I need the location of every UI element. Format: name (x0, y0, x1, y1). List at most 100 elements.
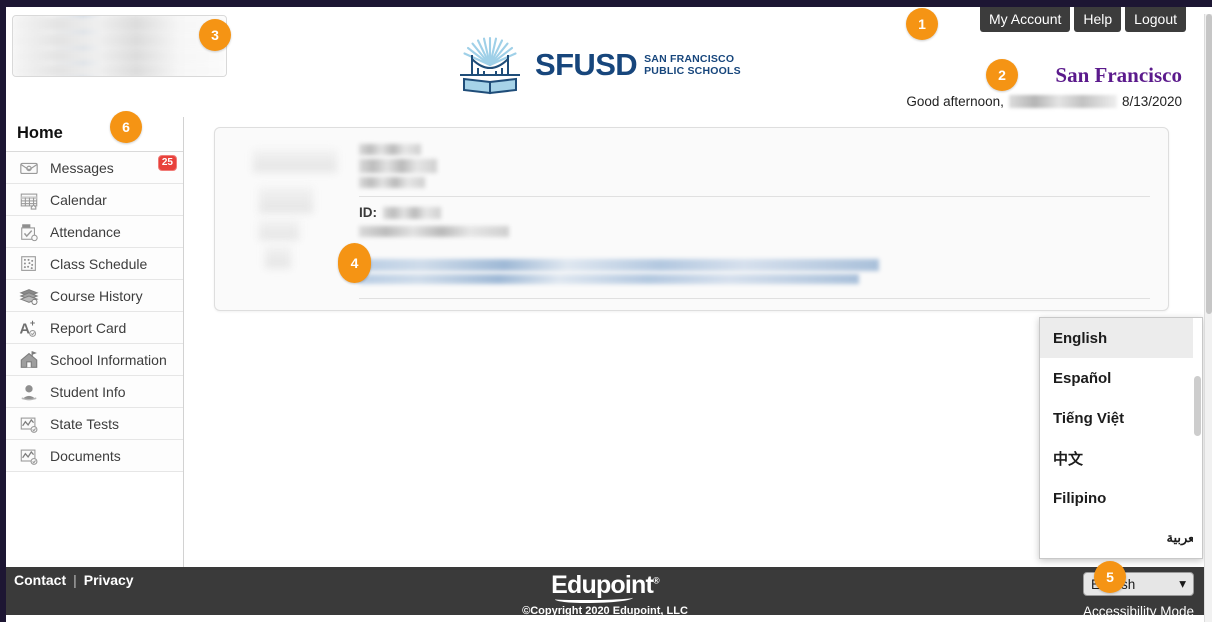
redacted-link-row (359, 259, 1150, 284)
sidebar-item-report-card[interactable]: A + Report Card (6, 312, 183, 344)
language-option-tieng-viet[interactable]: Tiếng Việt (1040, 398, 1202, 438)
accessibility-mode-link[interactable]: Accessibility Mode (1083, 604, 1194, 615)
language-menu-scrollbar[interactable] (1193, 318, 1202, 558)
redacted-student-name-line1 (359, 144, 421, 155)
sidebar-item-attendance[interactable]: Attendance (6, 216, 183, 248)
redacted-student-name-line3 (359, 177, 425, 188)
annotation-marker-label: 4 (350, 255, 359, 271)
sidebar-item-label: Course History (50, 287, 143, 304)
language-option-english[interactable]: English (1040, 318, 1202, 358)
language-menu-scrollbar-thumb[interactable] (1194, 376, 1201, 436)
bridge-sunburst-book-logo-icon (454, 35, 526, 95)
sidebar-item-label: State Tests (50, 415, 120, 432)
district-name: San Francisco (1055, 63, 1182, 87)
annotation-marker-label: 2 (998, 67, 1006, 83)
sidebar-item-calendar[interactable]: Calendar (6, 184, 183, 216)
svg-text:A: A (19, 321, 30, 337)
language-option-arabic[interactable]: العربية (1040, 518, 1202, 558)
registered-mark-icon: ® (653, 575, 660, 586)
sidebar-item-label: Report Card (50, 319, 127, 336)
greeting-line: Good afternoon, 8/13/2020 (906, 94, 1182, 109)
logo-acronym: SFUSD (535, 47, 638, 82)
redacted-link-line1 (359, 259, 879, 271)
annotation-marker-label: 6 (122, 119, 130, 135)
language-option-filipino[interactable]: Filipino (1040, 478, 1202, 518)
messages-count-badge: 25 (157, 155, 177, 171)
chevron-down-icon: ▾ (1179, 576, 1186, 591)
sidebar-item-label: Attendance (50, 223, 121, 240)
sidebar-item-label: Class Schedule (50, 255, 148, 272)
card-divider-bottom (359, 298, 1150, 299)
page-viewport: My Account Help Logout SFUSD SAN FRANCIS… (6, 7, 1204, 615)
annotation-marker-label: 3 (211, 27, 219, 43)
annotation-marker-6: 6 (110, 111, 142, 143)
annotation-marker-5: 5 (1094, 561, 1126, 593)
student-summary-card: ID: (214, 127, 1169, 311)
student-photo-placeholder (233, 142, 353, 300)
student-id-label: ID: (359, 205, 377, 220)
current-date: 8/13/2020 (1121, 94, 1182, 109)
redacted-user-name (1008, 95, 1117, 108)
site-footer: Contact | Privacy Edupoint® ©Copyright 2… (6, 567, 1204, 615)
my-account-button[interactable]: My Account (980, 7, 1071, 32)
grade-a-plus-icon: A + (18, 317, 40, 339)
annotation-marker-1: 1 (906, 8, 938, 40)
person-icon (18, 381, 40, 403)
copyright-text: ©Copyright 2020 Edupoint, LLC (522, 605, 688, 615)
language-dropdown-menu[interactable]: English Español Tiếng Việt 中文 Filipino ا… (1039, 317, 1203, 559)
class-schedule-grid-icon (18, 253, 40, 275)
chart-check-icon (18, 445, 40, 467)
site-header: My Account Help Logout SFUSD SAN FRANCIS… (6, 7, 1204, 117)
card-divider (359, 196, 1150, 197)
edupoint-wordmark: Edupoint® (551, 571, 660, 603)
district-banner-image (12, 15, 227, 77)
browser-scrollbar-thumb[interactable] (1206, 14, 1212, 314)
logo-tagline-line2: PUBLIC SCHOOLS (644, 65, 741, 77)
chart-check-icon (18, 413, 40, 435)
sidebar-item-state-tests[interactable]: State Tests (6, 408, 183, 440)
sidebar-item-school-information[interactable]: School Information (6, 344, 183, 376)
student-id-row: ID: (359, 205, 1150, 220)
logo-tagline-line1: SAN FRANCISCO (644, 53, 735, 65)
sidebar-item-label: Documents (50, 447, 121, 464)
redacted-student-name-line2 (359, 159, 437, 173)
envelope-icon (18, 157, 40, 179)
sidebar-item-label: Messages (50, 159, 114, 176)
redacted-student-id (383, 206, 441, 219)
logo-tagline: SAN FRANCISCO PUBLIC SCHOOLS (644, 53, 741, 77)
page-title: Home (6, 117, 183, 152)
student-details: ID: (353, 142, 1150, 300)
utility-nav: My Account Help Logout (980, 7, 1186, 32)
browser-scrollbar[interactable] (1204, 14, 1212, 622)
sidebar-item-messages[interactable]: Messages 25 (6, 152, 183, 184)
svg-text:+: + (30, 318, 35, 328)
schoolhouse-icon (18, 349, 40, 371)
edupoint-logo: Edupoint® (6, 571, 1204, 603)
sidebar-item-course-history[interactable]: Course History (6, 280, 183, 312)
annotation-marker-label: 5 (1106, 569, 1114, 585)
language-option-chinese[interactable]: 中文 (1040, 438, 1202, 478)
edupoint-swoosh-icon (555, 594, 634, 603)
redacted-student-meta (359, 226, 509, 237)
sidebar-item-student-info[interactable]: Student Info (6, 376, 183, 408)
sidebar-item-list: Messages 25 Calendar Attendance Class Sc… (6, 152, 183, 472)
language-option-espanol[interactable]: Español (1040, 358, 1202, 398)
redacted-link-line2 (359, 274, 859, 284)
browser-window: My Account Help Logout SFUSD SAN FRANCIS… (0, 0, 1212, 622)
sidebar-item-label: School Information (50, 351, 167, 368)
sfusd-logo[interactable]: SFUSD SAN FRANCISCO PUBLIC SCHOOLS (454, 35, 741, 95)
help-button[interactable]: Help (1074, 7, 1122, 32)
greeting-prefix: Good afternoon, (906, 94, 1004, 109)
logout-button[interactable]: Logout (1125, 7, 1186, 32)
calendar-icon (18, 189, 40, 211)
annotation-marker-2: 2 (986, 59, 1018, 91)
body-wrapper: Home Messages 25 Calendar Attendance Cla… (6, 117, 1204, 567)
sidebar-item-label: Calendar (50, 191, 107, 208)
sidebar-item-label: Student Info (50, 383, 126, 400)
annotation-marker-label: 1 (918, 16, 926, 32)
stacked-books-icon (18, 285, 40, 307)
sidebar-item-documents[interactable]: Documents (6, 440, 183, 472)
sidebar-item-class-schedule[interactable]: Class Schedule (6, 248, 183, 280)
logo-wordmark: SFUSD SAN FRANCISCO PUBLIC SCHOOLS (535, 47, 741, 83)
annotation-marker-4: 4 (338, 243, 371, 283)
